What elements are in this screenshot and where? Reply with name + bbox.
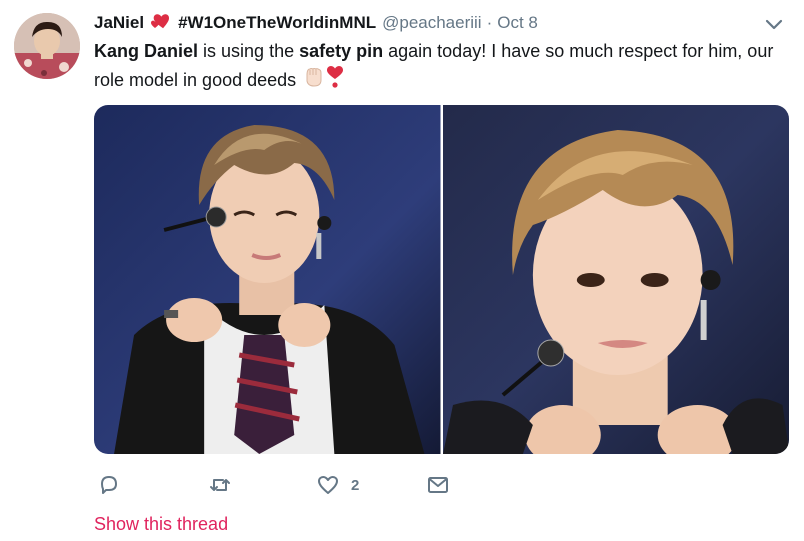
envelope-icon xyxy=(428,477,448,493)
retweet-button[interactable] xyxy=(208,470,232,500)
tweet-header: JaNiel #W1OneTheWorldinMNL @peachaeriii … xyxy=(94,10,538,36)
tweet-time[interactable]: Oct 8 xyxy=(497,13,538,33)
heavy-heart-exclamation-icon xyxy=(325,65,345,97)
raised-fist-icon xyxy=(301,65,325,97)
separator-dot: · xyxy=(486,13,493,32)
two-hearts-icon xyxy=(150,13,172,33)
tweet-media[interactable] xyxy=(94,105,789,454)
like-button[interactable]: 2 xyxy=(316,470,359,500)
author-hashtag[interactable]: #W1OneTheWorldinMNL xyxy=(178,13,376,33)
reply-icon xyxy=(101,476,117,494)
photo-right[interactable] xyxy=(442,105,789,454)
heart-outline-icon xyxy=(318,476,338,494)
chevron-down-icon[interactable] xyxy=(764,18,784,32)
retweet-icon xyxy=(210,479,230,491)
show-thread-link[interactable]: Show this thread xyxy=(94,514,228,535)
like-count: 2 xyxy=(351,476,360,494)
tweet-text: Kang Daniel is using the safety pin agai… xyxy=(94,38,794,97)
author-name[interactable]: JaNiel xyxy=(94,13,144,33)
safety-pin-text: safety pin xyxy=(299,41,384,61)
mention-kang-daniel: Kang Daniel xyxy=(94,41,199,61)
photo-left[interactable] xyxy=(94,105,441,454)
author-handle[interactable]: @peachaeriii xyxy=(382,13,481,33)
tweet-actions: 2 xyxy=(94,470,514,500)
reply-button[interactable] xyxy=(97,470,121,500)
tweet-text-part: is using the xyxy=(198,41,300,61)
avatar[interactable] xyxy=(14,13,80,79)
direct-message-button[interactable] xyxy=(426,470,450,500)
